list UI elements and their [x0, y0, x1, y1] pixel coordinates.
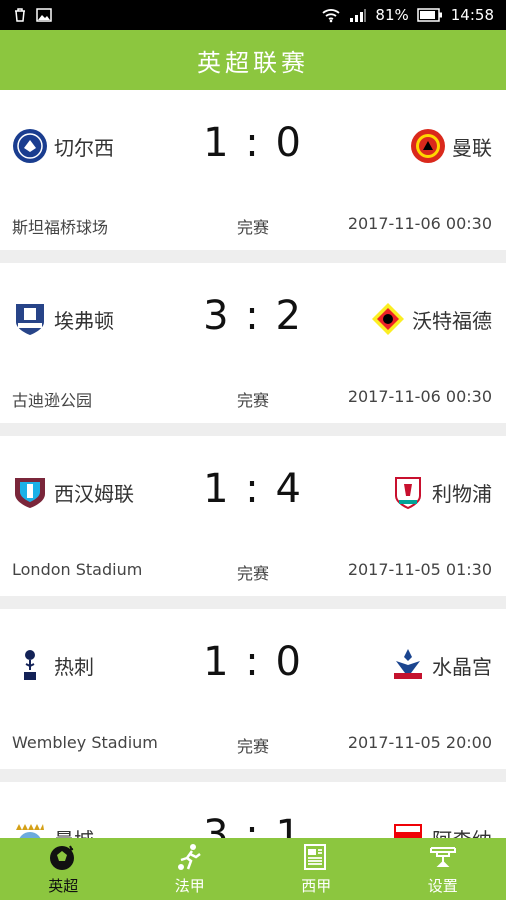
wifi-icon	[322, 9, 341, 23]
tab-ligue-1[interactable]: 法甲	[127, 838, 254, 900]
tab-settings[interactable]: 设置	[380, 838, 506, 900]
away-team-name: 水晶宫	[432, 654, 492, 679]
match-time: 2017-11-06 00:30	[347, 387, 492, 406]
match-time: 2017-11-05 01:30	[347, 560, 492, 579]
settings-icon	[429, 847, 456, 867]
clock: 14:58	[450, 6, 494, 24]
trash-icon	[15, 8, 25, 22]
battery-icon	[417, 8, 442, 22]
away-team-name: 阿森纳	[432, 824, 492, 839]
match-list[interactable]: 切尔西 1 : 0 曼联 斯坦福桥球场 完赛 2017-11-06 00:30 …	[0, 90, 506, 838]
away-team-name: 利物浦	[432, 481, 492, 506]
tab-label: 西甲	[301, 877, 332, 895]
tab-la-liga[interactable]: 西甲	[253, 838, 380, 900]
watford-badge-icon	[372, 303, 404, 335]
match-time: 2017-11-05 20:00	[347, 733, 492, 752]
away-team: 沃特福德	[370, 301, 492, 337]
newspaper-icon	[304, 844, 327, 870]
tab-label: 英超	[48, 877, 79, 895]
crystal-palace-badge-icon	[394, 649, 422, 679]
tab-premier-league[interactable]: 英超	[0, 838, 127, 900]
tab-label: 设置	[427, 877, 458, 895]
away-team-name: 曼联	[452, 135, 492, 160]
tab-label: 法甲	[174, 877, 205, 895]
arsenal-badge-icon	[394, 824, 422, 838]
image-icon	[36, 8, 52, 22]
title-bar: 英超联赛	[0, 30, 506, 90]
soccer-ball-icon	[50, 845, 75, 870]
match-card[interactable]: 热刺 1 : 0 水晶宫 Wembley Stadium 完赛 2017-11-…	[0, 609, 506, 769]
man-utd-badge-icon	[411, 129, 445, 163]
match-card[interactable]: 曼城 3 : 1 阿森纳	[0, 782, 506, 838]
match-card[interactable]: 西汉姆联 1 : 4 利物浦 London Stadium 完赛 2017-11…	[0, 436, 506, 596]
page-title: 英超联赛	[197, 48, 309, 77]
away-team: 利物浦	[390, 474, 492, 510]
match-time: 2017-11-06 00:30	[347, 214, 492, 233]
match-card[interactable]: 埃弗顿 3 : 2 沃特福德 古迪逊公园 完赛 2017-11-06 00:30	[0, 263, 506, 423]
status-bar: 81% 14:58	[0, 0, 506, 30]
liverpool-badge-icon	[395, 477, 421, 510]
player-kick-icon	[177, 844, 201, 870]
away-team: 曼联	[410, 128, 492, 164]
away-team: 阿森纳	[390, 820, 492, 838]
away-team-name: 沃特福德	[412, 308, 492, 333]
battery-percent: 81%	[375, 6, 409, 24]
away-team: 水晶宫	[390, 647, 492, 683]
signal-icon	[350, 9, 367, 22]
bottom-tab-bar: 英超 法甲 西甲 设置	[0, 838, 506, 900]
match-card[interactable]: 切尔西 1 : 0 曼联 斯坦福桥球场 完赛 2017-11-06 00:30	[0, 90, 506, 250]
